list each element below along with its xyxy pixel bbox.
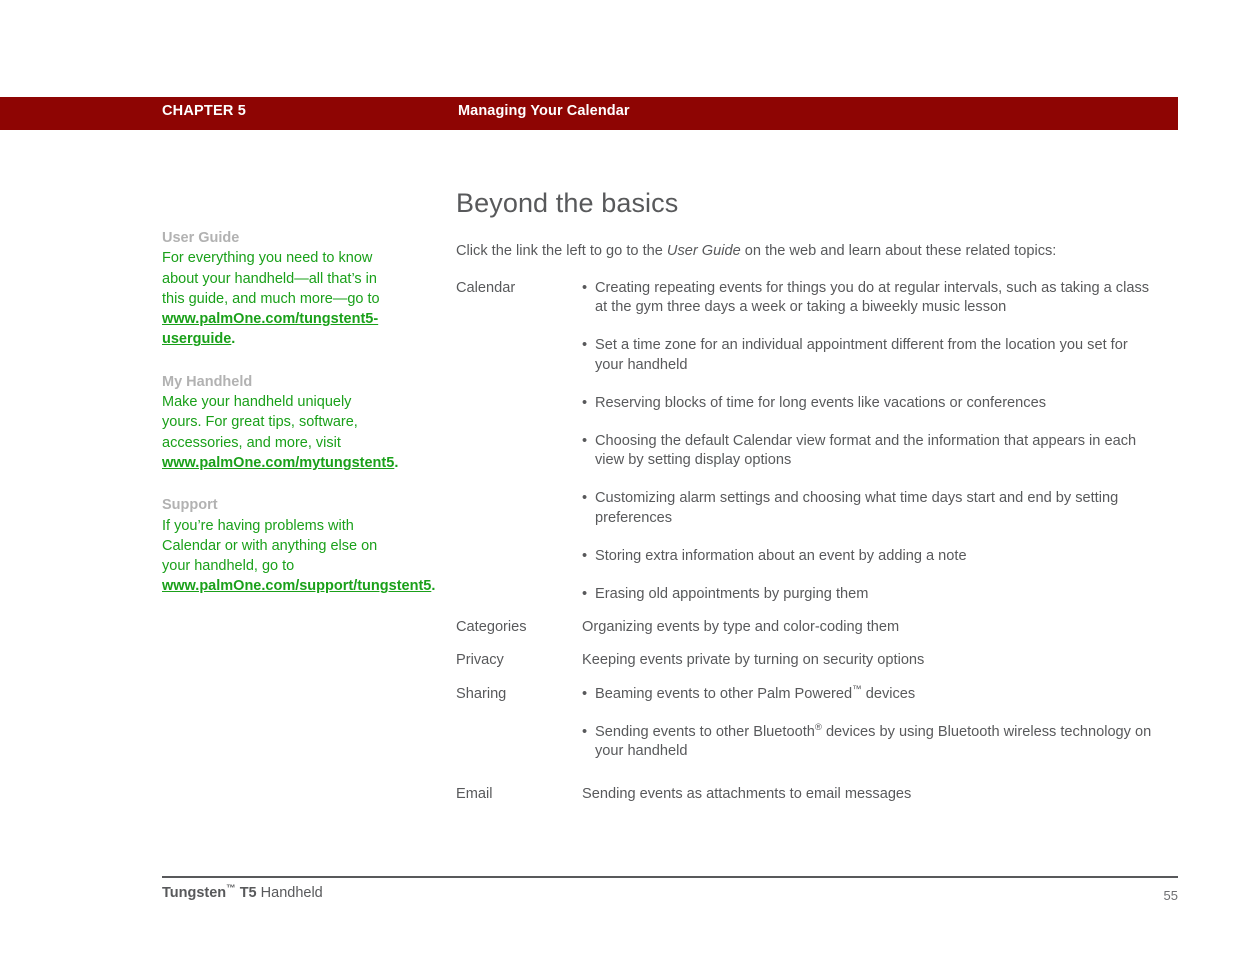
- chapter-title-label: Managing Your Calendar: [458, 103, 630, 119]
- topic-text-privacy: Keeping events private by turning on sec…: [582, 652, 925, 669]
- topic-text-categories: Organizing events by type and color-codi…: [582, 619, 900, 636]
- bullet-icon: •: [582, 280, 588, 296]
- list-item-text: Set a time zone for an individual appoin…: [595, 337, 1128, 373]
- table-row: Categories Organizing events by type and…: [456, 618, 1156, 637]
- sidebar-link-user-guide[interactable]: www.palmOne.com/tungstent5-userguide: [162, 311, 378, 347]
- page-number: 55: [1163, 888, 1178, 903]
- sidebar-link-my-handheld[interactable]: www.palmOne.com/mytungstent5: [162, 455, 394, 471]
- list-item: • Set a time zone for an individual appo…: [582, 336, 1156, 374]
- footer-divider: [162, 876, 1178, 878]
- list-item-text: Storing extra information about an event…: [595, 547, 967, 564]
- bullet-icon: •: [582, 490, 588, 507]
- topic-content-categories: Organizing events by type and color-codi…: [582, 618, 1156, 637]
- topic-label-sharing: Sharing: [456, 685, 507, 702]
- list-item-text: Erasing old appointments by purging them: [595, 586, 869, 603]
- bullet-icon: •: [582, 586, 588, 603]
- intro-text-before: Click the link the left to go to the: [456, 243, 667, 259]
- page-title: Beyond the basics: [456, 188, 679, 218]
- list-item: • Customizing alarm settings and choosin…: [582, 489, 1156, 527]
- footer-product-label: Tungsten™ T5 Handheld: [162, 884, 323, 903]
- sidebar-heading-user-guide: User Guide: [162, 230, 240, 246]
- list-item-text: Reserving blocks of time for long events…: [595, 394, 1047, 411]
- chapter-number-label: CHAPTER 5: [162, 103, 246, 119]
- list-item: • Sending events to other Bluetooth® dev…: [582, 723, 1156, 761]
- sidebar-link-period-support: .: [431, 578, 436, 595]
- bullet-icon: •: [582, 547, 588, 564]
- topic-label-privacy: Privacy: [456, 652, 504, 669]
- sidebar-block-support: Support If you’re having problems with C…: [162, 495, 435, 597]
- list-item-text: Creating repeating events for things you…: [595, 280, 1150, 316]
- list-item-text-tail: devices: [861, 685, 916, 702]
- table-row: Sharing • Beaming events to other Palm P…: [456, 685, 1156, 762]
- list-item: • Beaming events to other Palm Powered™ …: [582, 685, 1156, 704]
- sidebar-link-support[interactable]: www.palmOne.com/support/tungstent5: [162, 578, 431, 594]
- sidebar-block-user-guide: User Guide For everything you need to kn…: [162, 228, 387, 350]
- main-content-header: Beyond the basics Click the link the lef…: [456, 186, 1156, 261]
- list-item-text: Beaming events to other Palm Powered: [595, 685, 853, 702]
- list-item: • Storing extra information about an eve…: [582, 547, 1156, 566]
- registered-trademark-icon: ®: [814, 721, 822, 733]
- list-item: • Creating repeating events for things y…: [582, 279, 1156, 317]
- list-item-text: Choosing the default Calendar view forma…: [595, 433, 1137, 469]
- table-row: Calendar • Creating repeating events for…: [456, 279, 1156, 604]
- bullet-icon: •: [582, 685, 588, 702]
- bullet-icon: •: [582, 394, 588, 411]
- bullet-icon: •: [582, 433, 588, 450]
- table-row: Privacy Keeping events private by turnin…: [456, 651, 1156, 670]
- sidebar-body-text-user-guide: For everything you need to know about yo…: [162, 250, 380, 307]
- sidebar-link-period-my-handheld: .: [394, 454, 399, 471]
- sidebar-link-period-user-guide: .: [231, 331, 236, 348]
- list-item-text: Sending events to other Bluetooth: [595, 723, 815, 740]
- footer-product-name: Tungsten: [162, 885, 227, 901]
- sidebar-block-my-handheld: My Handheld Make your handheld uniquely …: [162, 372, 398, 473]
- topic-content-privacy: Keeping events private by turning on sec…: [582, 651, 1156, 670]
- footer-product-suffix: Handheld: [256, 885, 323, 901]
- topic-content-email: Sending events as attachments to email m…: [582, 785, 1156, 804]
- sidebar-body-text-my-handheld: Make your handheld uniquely yours. For g…: [162, 394, 358, 451]
- topic-content-sharing: • Beaming events to other Palm Powered™ …: [582, 685, 1156, 762]
- chapter-header-bar: CHAPTER 5 Managing Your Calendar: [0, 97, 1178, 130]
- sidebar-body-text-support: If you’re having problems with Calendar …: [162, 517, 378, 575]
- intro-text-after: on the web and learn about these related…: [740, 243, 1057, 259]
- list-item: • Reserving blocks of time for long even…: [582, 394, 1156, 413]
- intro-paragraph: Click the link the left to go to the Use…: [456, 241, 1156, 261]
- topic-text-email: Sending events as attachments to email m…: [582, 786, 912, 803]
- topic-label-email: Email: [456, 786, 493, 803]
- bullet-icon: •: [582, 723, 588, 740]
- list-item: • Choosing the default Calendar view for…: [582, 432, 1156, 470]
- list-item: • Erasing old appointments by purging th…: [582, 585, 1156, 604]
- list-item-text: Customizing alarm settings and choosing …: [595, 490, 1119, 526]
- sidebar-body-user-guide: For everything you need to know about yo…: [162, 248, 387, 349]
- intro-italic-user-guide: User Guide: [666, 243, 741, 259]
- sidebar-heading-support: Support: [162, 497, 218, 514]
- sidebar-body-my-handheld: Make your handheld uniquely yours. For g…: [162, 392, 398, 473]
- footer-product-model: T5: [235, 885, 257, 901]
- trademark-icon: ™: [852, 683, 862, 695]
- topic-label-calendar: Calendar: [456, 280, 516, 296]
- sidebar-body-support: If you’re having problems with Calendar …: [162, 516, 435, 597]
- topic-label-categories: Categories: [456, 619, 527, 636]
- table-row: Email Sending events as attachments to e…: [456, 785, 1156, 804]
- bullet-icon: •: [582, 337, 588, 354]
- topic-content-calendar: • Creating repeating events for things y…: [582, 279, 1156, 604]
- trademark-icon: ™: [226, 883, 236, 895]
- sidebar: User Guide For everything you need to kn…: [162, 228, 435, 619]
- related-topics-table: Calendar • Creating repeating events for…: [456, 279, 1156, 804]
- sidebar-heading-my-handheld: My Handheld: [162, 373, 253, 390]
